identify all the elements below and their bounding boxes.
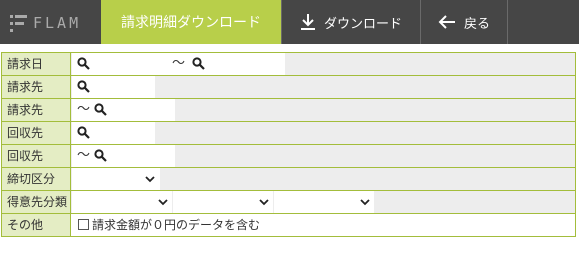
collection-destination-input[interactable]	[72, 122, 155, 144]
customer-classification-select-2[interactable]	[173, 191, 273, 213]
logo-mark-icon	[10, 15, 27, 32]
back-button[interactable]: 戻る	[420, 0, 508, 44]
billing-date-range-input[interactable]: ～	[72, 53, 285, 75]
row-billing-date: 請求日 ～	[2, 53, 575, 75]
billing-destination-range-input[interactable]: ～	[72, 99, 175, 121]
billing-destination-input[interactable]	[72, 76, 155, 98]
row-label: 請求先	[2, 76, 71, 98]
customer-classification-select-3[interactable]	[274, 191, 374, 213]
chevron-down-icon	[158, 199, 168, 206]
row-label: その他	[2, 214, 71, 236]
range-tilde: ～	[172, 56, 186, 71]
search-icon	[192, 57, 205, 70]
chevron-down-icon	[259, 199, 269, 206]
row-label: 回収先	[2, 145, 71, 167]
search-icon	[77, 126, 90, 139]
include-zero-amount-label[interactable]: 請求金額が０円のデータを含む	[92, 214, 260, 236]
row-label: 請求日	[2, 53, 71, 75]
closing-category-select[interactable]	[72, 168, 160, 190]
download-button[interactable]: ダウンロード	[281, 0, 420, 44]
row-collection-destination: 回収先	[2, 122, 575, 144]
row-billing-destination-range: 請求先 ～	[2, 99, 575, 121]
collection-destination-range-input[interactable]: ～	[72, 145, 175, 167]
row-label: 得意先分類	[2, 191, 71, 213]
row-closing-category: 締切区分	[2, 168, 575, 190]
chevron-down-icon	[145, 176, 155, 183]
search-icon	[94, 149, 107, 162]
row-label: 請求先	[2, 99, 71, 121]
flam-logo: FLAM	[10, 13, 95, 33]
row-collection-destination-range: 回収先 ～	[2, 145, 575, 167]
range-tilde: ～	[77, 148, 91, 163]
range-tilde: ～	[77, 102, 91, 117]
chevron-down-icon	[360, 199, 370, 206]
search-icon	[94, 103, 107, 116]
include-zero-amount-checkbox[interactable]	[78, 219, 89, 230]
row-billing-destination: 請求先	[2, 76, 575, 98]
arrow-left-icon	[438, 15, 455, 29]
search-icon	[77, 57, 90, 70]
top-bar: FLAM 請求明細ダウンロード ダウンロード 戻る	[0, 0, 579, 44]
back-label: 戻る	[463, 16, 490, 32]
logo-text: FLAM	[33, 14, 82, 32]
row-other: その他 請求金額が０円のデータを含む	[2, 214, 575, 236]
download-label: ダウンロード	[323, 16, 402, 32]
row-label: 回収先	[2, 122, 71, 144]
row-customer-classification: 得意先分類	[2, 191, 575, 213]
customer-classification-select-1[interactable]	[72, 191, 172, 213]
download-icon	[300, 14, 315, 30]
tab-billing-detail-download[interactable]: 請求明細ダウンロード	[101, 0, 281, 44]
row-label: 締切区分	[2, 168, 71, 190]
search-icon	[77, 80, 90, 93]
search-form: 請求日 ～ 請求先 請求先 ～ 回収先 回収先 ～ 締切区分 得意先分類 その他…	[1, 52, 576, 237]
tab-label: 請求明細ダウンロード	[121, 15, 261, 31]
